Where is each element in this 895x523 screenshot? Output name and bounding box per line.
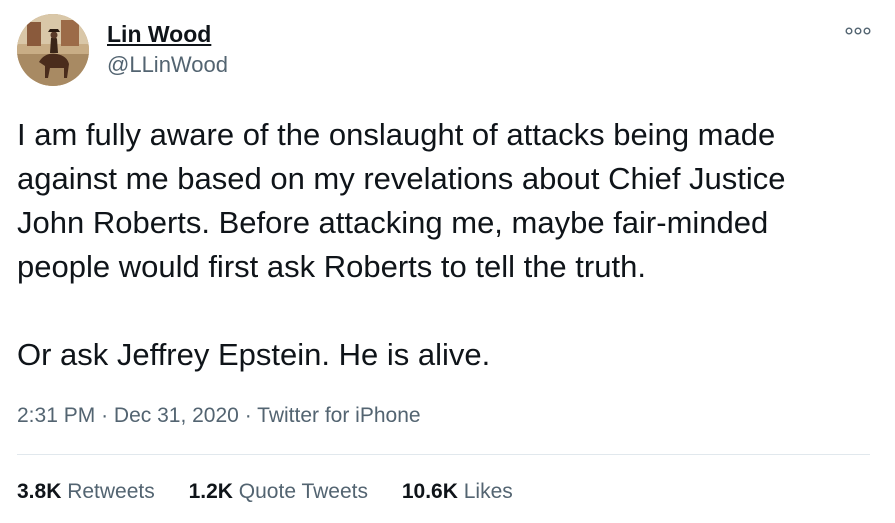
- tweet-line: against me based on my revelations about…: [17, 161, 786, 196]
- quote-tweets-label: Quote Tweets: [238, 480, 368, 503]
- retweets-label: Retweets: [67, 480, 155, 503]
- meta-separator: ·: [244, 404, 252, 427]
- author-handle[interactable]: @LLinWood: [107, 52, 228, 78]
- tweet-time[interactable]: 2:31 PM: [17, 404, 95, 427]
- tweet-line: Or ask Jeffrey Epstein. He is alive.: [17, 337, 491, 372]
- likes-count: 10.6K: [401, 480, 458, 503]
- tweet-metadata: 2:31 PM · Dec 31, 2020 · Twitter for iPh…: [17, 404, 421, 428]
- more-dots-graphic: [845, 27, 871, 35]
- tweet-line: I am fully aware of the onslaught of att…: [17, 117, 776, 152]
- retweets-count: 3.8K: [17, 480, 62, 503]
- tweet-card: Lin Wood @LLinWood I am fully aware of t…: [0, 0, 895, 523]
- quote-tweets-stat[interactable]: 1.2K Quote Tweets: [189, 480, 368, 504]
- likes-stat[interactable]: 10.6K Likes: [402, 480, 513, 504]
- divider: [17, 454, 870, 455]
- author-avatar[interactable]: [17, 14, 89, 86]
- tweet-line: John Roberts. Before attacking me, maybe…: [17, 205, 769, 240]
- author-name[interactable]: Lin Wood: [107, 21, 211, 48]
- likes-label: Likes: [463, 480, 513, 503]
- more-options-icon[interactable]: [845, 24, 871, 38]
- tweet-stats: 3.8K Retweets 1.2K Quote Tweets 10.6K Li…: [17, 480, 541, 504]
- tweet-line: people would first ask Roberts to tell t…: [17, 249, 646, 284]
- quote-tweets-count: 1.2K: [188, 480, 233, 503]
- tweet-text: I am fully aware of the onslaught of att…: [17, 113, 877, 377]
- retweets-stat[interactable]: 3.8K Retweets: [17, 480, 155, 504]
- tweet-date[interactable]: Dec 31, 2020: [114, 404, 239, 427]
- meta-separator: ·: [101, 404, 109, 427]
- tweet-source[interactable]: Twitter for iPhone: [257, 404, 420, 427]
- avatar-image: [17, 14, 89, 86]
